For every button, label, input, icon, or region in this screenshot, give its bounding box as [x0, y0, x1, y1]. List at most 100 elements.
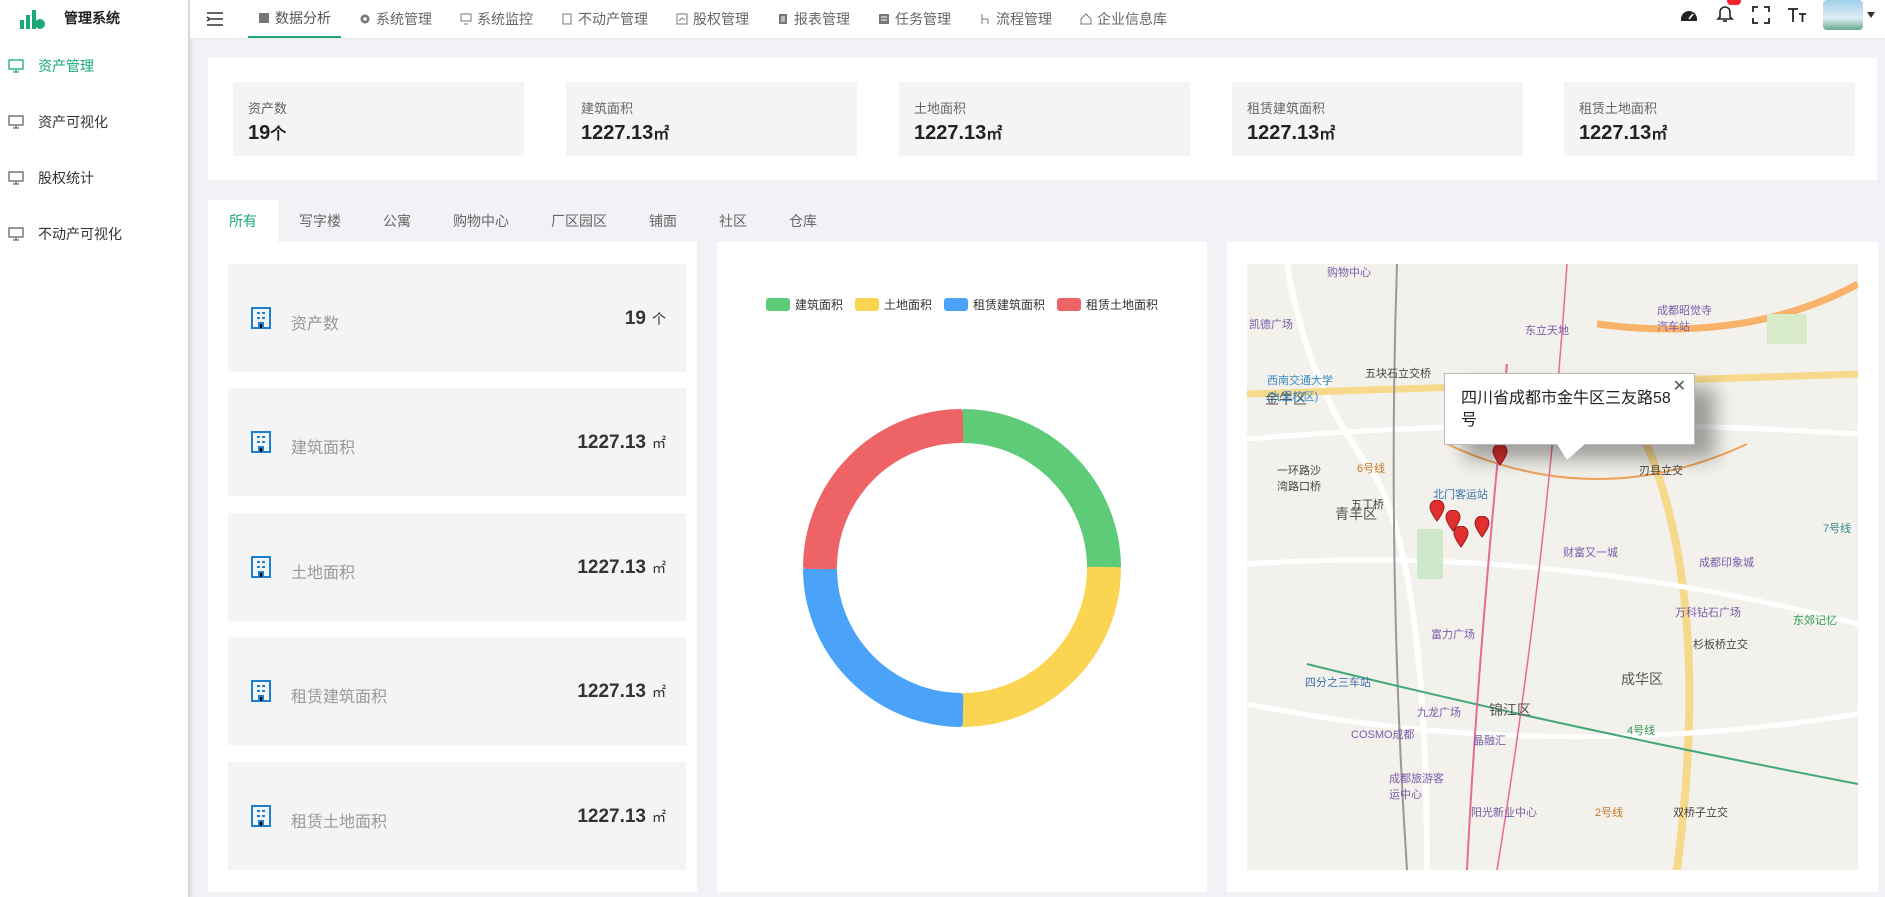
nav-label: 系统管理 — [376, 11, 432, 27]
flow-icon — [981, 14, 989, 24]
tab-shopping-center[interactable]: 购物中心 — [432, 200, 530, 242]
metric-value: 1227.13 ㎡ — [577, 557, 666, 578]
metric-label: 土地面积 — [291, 565, 356, 582]
nav-label: 系统监控 — [477, 11, 533, 27]
sidebar-item-real-estate-visualization[interactable]: 不动产可视化 — [0, 206, 188, 262]
fullscreen-icon[interactable] — [1751, 5, 1771, 25]
nav-label: 企业信息库 — [1097, 11, 1167, 27]
map-poi-label: 九龙广场 — [1417, 707, 1461, 719]
nav-system-monitoring[interactable]: 系统监控 — [450, 0, 543, 38]
map-poi-label: 五丁桥 — [1351, 499, 1384, 511]
font-size-icon[interactable] — [1787, 5, 1807, 25]
metric-value: 1227.13 ㎡ — [577, 432, 666, 453]
nav-label: 数据分析 — [275, 10, 331, 26]
donut-slice-land-area[interactable] — [960, 566, 1121, 727]
stat-label: 租赁土地面积 — [1579, 101, 1658, 116]
map-poi-label: 购物中心 — [1327, 267, 1371, 279]
nav-label: 股权管理 — [693, 11, 749, 27]
sidebar-item-label: 不动产可视化 — [38, 226, 122, 242]
map-district-label: 锦江区 — [1489, 702, 1531, 718]
monitor-icon — [8, 227, 24, 241]
donut-slice-building-area[interactable] — [960, 409, 1121, 570]
monitor-icon — [8, 171, 24, 185]
map-poi-label: 东郊记忆 — [1793, 615, 1837, 627]
metric-card-leased-building-area: 租赁建筑面积 1227.13 ㎡ — [228, 637, 686, 745]
stat-card-leased-land-area: 租赁土地面积 1227.13㎡ — [1564, 82, 1855, 156]
app-logo[interactable]: 管理系统 — [0, 0, 188, 36]
map-poi-label: 西南交通大学(九里校区) — [1267, 375, 1333, 403]
chart-box-icon — [676, 13, 688, 25]
category-tabs: 所有 写字楼 公寓 购物中心 厂区园区 铺面 社区 仓库 — [208, 200, 838, 242]
stat-card-building-area: 建筑面积 1227.13㎡ — [566, 82, 857, 156]
monitor-icon — [8, 59, 24, 73]
map-poi-label: 阳光新业中心 — [1471, 807, 1537, 819]
caret-down-icon[interactable] — [1867, 12, 1875, 18]
tab-all[interactable]: 所有 — [208, 200, 278, 242]
map-poi-label: 万科钻石广场 — [1675, 607, 1741, 619]
nav-workflow-management[interactable]: 流程管理 — [969, 0, 1062, 38]
sidebar-item-label: 资产可视化 — [38, 114, 108, 130]
asset-map[interactable]: 金牛区 青羊区 成华区 锦江区 购物中心 凯德广场 东立天地 成都昭觉寺汽车站 … — [1247, 264, 1858, 870]
map-marker-icon[interactable] — [1453, 526, 1469, 548]
map-poi-label: 富力广场 — [1431, 629, 1475, 641]
map-poi-label: COSMO成都 — [1351, 729, 1415, 741]
stat-label: 租赁建筑面积 — [1247, 101, 1326, 116]
nav-task-management[interactable]: 任务管理 — [868, 0, 961, 38]
nav-report-management[interactable]: 报表管理 — [767, 0, 860, 38]
map-marker-icon[interactable] — [1492, 444, 1508, 466]
dashboard-icon[interactable] — [1679, 5, 1699, 25]
tab-warehouse[interactable]: 仓库 — [768, 200, 838, 242]
avatar[interactable] — [1823, 0, 1863, 30]
metric-value: 1227.13 ㎡ — [577, 806, 666, 827]
popup-address: 四川省成都市金牛区三友路58号 — [1461, 390, 1671, 429]
nav-equity-management[interactable]: 股权管理 — [666, 0, 759, 38]
stat-value: 1227.13㎡ — [581, 122, 670, 144]
app-title: 管理系统 — [64, 10, 120, 26]
bell-icon — [1716, 5, 1734, 22]
donut-slice-leased-land-area[interactable] — [803, 409, 964, 570]
map-district-label: 成华区 — [1621, 671, 1663, 687]
popup-pointer — [1557, 444, 1585, 460]
metric-label: 建筑面积 — [291, 440, 356, 457]
building-icon — [251, 307, 271, 329]
task-list-icon — [879, 14, 889, 24]
nav-label: 任务管理 — [895, 11, 951, 27]
tab-community[interactable]: 社区 — [698, 200, 768, 242]
nav-data-analysis[interactable]: 数据分析 — [248, 0, 341, 38]
sidebar-item-equity-statistics[interactable]: 股权统计 — [0, 150, 188, 206]
nav-system-management[interactable]: 系统管理 — [349, 0, 442, 38]
metric-card-land-area: 土地面积 1227.13 ㎡ — [228, 513, 686, 621]
sidebar-item-label: 资产管理 — [38, 58, 94, 74]
bar-chart-logo-icon — [20, 10, 45, 29]
dashboard-tile-icon — [259, 13, 269, 23]
monitor-icon — [8, 115, 24, 129]
tab-industrial-park[interactable]: 厂区园区 — [530, 200, 628, 242]
map-poi-label: 凯德广场 — [1249, 319, 1293, 331]
tab-office[interactable]: 写字楼 — [278, 200, 362, 242]
nav-real-estate-management[interactable]: 不动产管理 — [551, 0, 658, 38]
map-poi-label: 四分之三车站 — [1305, 677, 1371, 689]
metric-value: 1227.13 ㎡ — [577, 681, 666, 702]
gear-icon — [360, 14, 370, 24]
sidebar-item-label: 股权统计 — [38, 170, 94, 186]
map-poi-label: 五块石立交桥 — [1365, 368, 1431, 380]
tab-storefront[interactable]: 铺面 — [628, 200, 698, 242]
sidebar-item-asset-visualization[interactable]: 资产可视化 — [0, 94, 188, 150]
metric-card-building-area: 建筑面积 1227.13 ㎡ — [228, 388, 686, 496]
notification-button[interactable] — [1715, 0, 1741, 28]
donut-slice-leased-building-area[interactable] — [803, 566, 964, 727]
sidebar: 管理系统 资产管理 资产可视化 股权统计 不动产可视化 — [0, 0, 190, 897]
map-marker-icon[interactable] — [1474, 516, 1490, 538]
sidebar-item-asset-management[interactable]: 资产管理 — [0, 38, 188, 94]
stat-label: 资产数 — [248, 101, 288, 116]
close-icon[interactable]: ✕ — [1673, 376, 1686, 398]
building-icon — [251, 556, 271, 578]
building-icon — [251, 431, 271, 453]
menu-fold-icon[interactable] — [206, 12, 224, 26]
map-marker-icon[interactable] — [1429, 500, 1445, 522]
tab-apartment[interactable]: 公寓 — [362, 200, 432, 242]
map-poi-label: 双桥子立交 — [1673, 807, 1728, 819]
stat-card-land-area: 土地面积 1227.13㎡ — [899, 82, 1190, 156]
metric-card-asset-count: 资产数 19 个 — [228, 264, 686, 372]
nav-enterprise-info[interactable]: 企业信息库 — [1070, 0, 1177, 38]
